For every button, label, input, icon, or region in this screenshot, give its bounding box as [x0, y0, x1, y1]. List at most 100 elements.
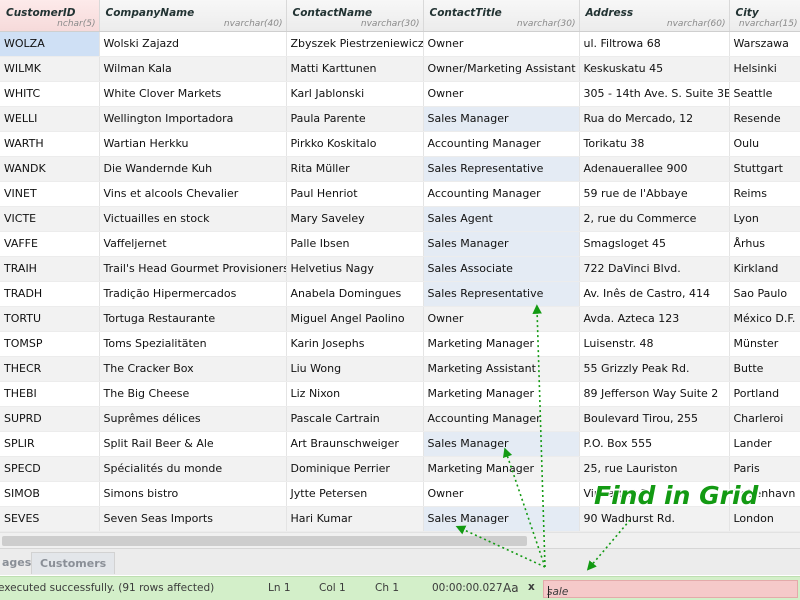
- table-cell[interactable]: Av. Inês de Castro, 414: [579, 281, 730, 307]
- table-cell[interactable]: Helvetius Nagy: [286, 256, 424, 282]
- table-cell[interactable]: Sales Manager: [423, 431, 580, 457]
- table-cell[interactable]: Seven Seas Imports: [99, 506, 287, 532]
- column-header-contactname[interactable]: ContactName nvarchar(30): [286, 0, 424, 32]
- table-cell[interactable]: Sales Representative: [423, 156, 580, 182]
- table-row[interactable]: TRADH Tradição Hipermercados Anabela Domin…: [0, 281, 800, 307]
- table-cell[interactable]: Miguel Angel Paolino: [286, 306, 424, 332]
- table-cell[interactable]: WILMK: [0, 56, 100, 82]
- table-row[interactable]: VICTE Victuailles en stock Mary Saveley Sal…: [0, 206, 800, 232]
- table-cell[interactable]: Jytte Petersen: [286, 481, 424, 507]
- table-row[interactable]: TORTU Tortuga Restaurante Miguel Angel Pao…: [0, 306, 800, 332]
- table-cell[interactable]: Anabela Domingues: [286, 281, 424, 307]
- table-cell[interactable]: Marketing Assistant: [423, 356, 580, 382]
- table-cell[interactable]: Karl Jablonski: [286, 81, 424, 107]
- table-cell[interactable]: ul. Filtrowa 68: [579, 31, 730, 57]
- table-cell[interactable]: Pascale Cartrain: [286, 406, 424, 432]
- table-cell[interactable]: Charleroi: [729, 406, 800, 432]
- table-cell[interactable]: Reims: [729, 181, 800, 207]
- table-cell[interactable]: Spécialités du monde: [99, 456, 287, 482]
- table-cell[interactable]: Owner: [423, 481, 580, 507]
- table-cell[interactable]: Accounting Manager: [423, 406, 580, 432]
- table-row[interactable]: WANDK Die Wandernde Kuh Rita Müller Sales R…: [0, 156, 800, 182]
- table-cell[interactable]: Simons bistro: [99, 481, 287, 507]
- table-cell[interactable]: 89 Jefferson Way Suite 2: [579, 381, 730, 407]
- table-cell[interactable]: Sales Manager: [423, 231, 580, 257]
- tab-customers[interactable]: Customers: [31, 552, 116, 574]
- table-cell[interactable]: Paula Parente: [286, 106, 424, 132]
- table-cell[interactable]: Tortuga Restaurante: [99, 306, 287, 332]
- column-header-contacttitle[interactable]: ContactTitle nvarchar(30): [423, 0, 580, 32]
- table-cell[interactable]: Paul Henriot: [286, 181, 424, 207]
- table-cell[interactable]: SEVES: [0, 506, 100, 532]
- table-cell[interactable]: Vins et alcools Chevalier: [99, 181, 287, 207]
- column-header-address[interactable]: Address nvarchar(60): [579, 0, 730, 32]
- table-row[interactable]: SUPRD Suprêmes délices Pascale Cartrain Acc…: [0, 406, 800, 432]
- table-cell[interactable]: Mary Saveley: [286, 206, 424, 232]
- table-cell[interactable]: Helsinki: [729, 56, 800, 82]
- table-cell[interactable]: Münster: [729, 331, 800, 357]
- table-cell[interactable]: SPECD: [0, 456, 100, 482]
- table-cell[interactable]: México D.F.: [729, 306, 800, 332]
- table-cell[interactable]: 722 DaVinci Blvd.: [579, 256, 730, 282]
- table-cell[interactable]: The Big Cheese: [99, 381, 287, 407]
- table-cell[interactable]: WARTH: [0, 131, 100, 157]
- table-cell[interactable]: VAFFE: [0, 231, 100, 257]
- scrollbar-thumb[interactable]: [2, 536, 527, 546]
- table-cell[interactable]: Portland: [729, 381, 800, 407]
- table-cell[interactable]: TRADH: [0, 281, 100, 307]
- table-cell[interactable]: Sales Manager: [423, 506, 580, 532]
- table-cell[interactable]: WHITC: [0, 81, 100, 107]
- table-cell[interactable]: Die Wandernde Kuh: [99, 156, 287, 182]
- table-cell[interactable]: 55 Grizzly Peak Rd.: [579, 356, 730, 382]
- table-cell[interactable]: Smagsloget 45: [579, 231, 730, 257]
- table-cell[interactable]: Sao Paulo: [729, 281, 800, 307]
- table-cell[interactable]: Boulevard Tirou, 255: [579, 406, 730, 432]
- table-row[interactable]: SPECD Spécialités du monde Dominique Perri…: [0, 456, 800, 482]
- table-cell[interactable]: Lander: [729, 431, 800, 457]
- table-cell[interactable]: Warszawa: [729, 31, 800, 57]
- table-row[interactable]: VINET Vins et alcools Chevalier Paul Henri…: [0, 181, 800, 207]
- table-row[interactable]: WARTH Wartian Herkku Pirkko Koskitalo Accou…: [0, 131, 800, 157]
- table-cell[interactable]: Accounting Manager: [423, 131, 580, 157]
- match-case-toggle[interactable]: Aa: [503, 581, 519, 595]
- table-cell[interactable]: Wartian Herkku: [99, 131, 287, 157]
- table-cell[interactable]: Owner: [423, 81, 580, 107]
- table-row[interactable]: WOLZA Wolski Zajazd Zbyszek Piestrzeniewic…: [0, 31, 800, 57]
- column-header-city[interactable]: City nvarchar(15): [729, 0, 800, 32]
- table-cell[interactable]: Dominique Perrier: [286, 456, 424, 482]
- table-cell[interactable]: 59 rue de l'Abbaye: [579, 181, 730, 207]
- table-row[interactable]: WELLI Wellington Importadora Paula Parente…: [0, 106, 800, 132]
- table-cell[interactable]: Owner: [423, 306, 580, 332]
- table-cell[interactable]: TORTU: [0, 306, 100, 332]
- table-cell[interactable]: Tradição Hipermercados: [99, 281, 287, 307]
- table-row[interactable]: TRAIH Trail's Head Gourmet Provisioners He…: [0, 256, 800, 282]
- table-cell[interactable]: Paris: [729, 456, 800, 482]
- table-cell[interactable]: Liz Nixon: [286, 381, 424, 407]
- table-row[interactable]: THEBI The Big Cheese Liz Nixon Marketing Ma…: [0, 381, 800, 407]
- table-cell[interactable]: P.O. Box 555: [579, 431, 730, 457]
- table-row[interactable]: TOMSP Toms Spezialitäten Karin Josephs Mark…: [0, 331, 800, 357]
- horizontal-scrollbar[interactable]: [0, 532, 800, 548]
- table-cell[interactable]: WOLZA: [0, 31, 100, 57]
- table-cell[interactable]: Torikatu 38: [579, 131, 730, 157]
- table-cell[interactable]: 25, rue Lauriston: [579, 456, 730, 482]
- table-cell[interactable]: THEBI: [0, 381, 100, 407]
- table-cell[interactable]: Luisenstr. 48: [579, 331, 730, 357]
- table-cell[interactable]: Århus: [729, 231, 800, 257]
- table-row[interactable]: SPLIR Split Rail Beer & Ale Art Braunschwe…: [0, 431, 800, 457]
- results-grid[interactable]: CustomerID nchar(5) CompanyName nvarchar(40…: [0, 0, 800, 532]
- table-cell[interactable]: THECR: [0, 356, 100, 382]
- table-cell[interactable]: Keskuskatu 45: [579, 56, 730, 82]
- table-cell[interactable]: 305 - 14th Ave. S. Suite 3B: [579, 81, 730, 107]
- table-cell[interactable]: Avda. Azteca 123: [579, 306, 730, 332]
- table-cell[interactable]: Hari Kumar: [286, 506, 424, 532]
- table-cell[interactable]: Matti Karttunen: [286, 56, 424, 82]
- table-cell[interactable]: Oulu: [729, 131, 800, 157]
- table-cell[interactable]: Wolski Zajazd: [99, 31, 287, 57]
- table-cell[interactable]: Resende: [729, 106, 800, 132]
- table-cell[interactable]: SPLIR: [0, 431, 100, 457]
- table-cell[interactable]: Seattle: [729, 81, 800, 107]
- table-cell[interactable]: Toms Spezialitäten: [99, 331, 287, 357]
- table-cell[interactable]: Rita Müller: [286, 156, 424, 182]
- table-cell[interactable]: The Cracker Box: [99, 356, 287, 382]
